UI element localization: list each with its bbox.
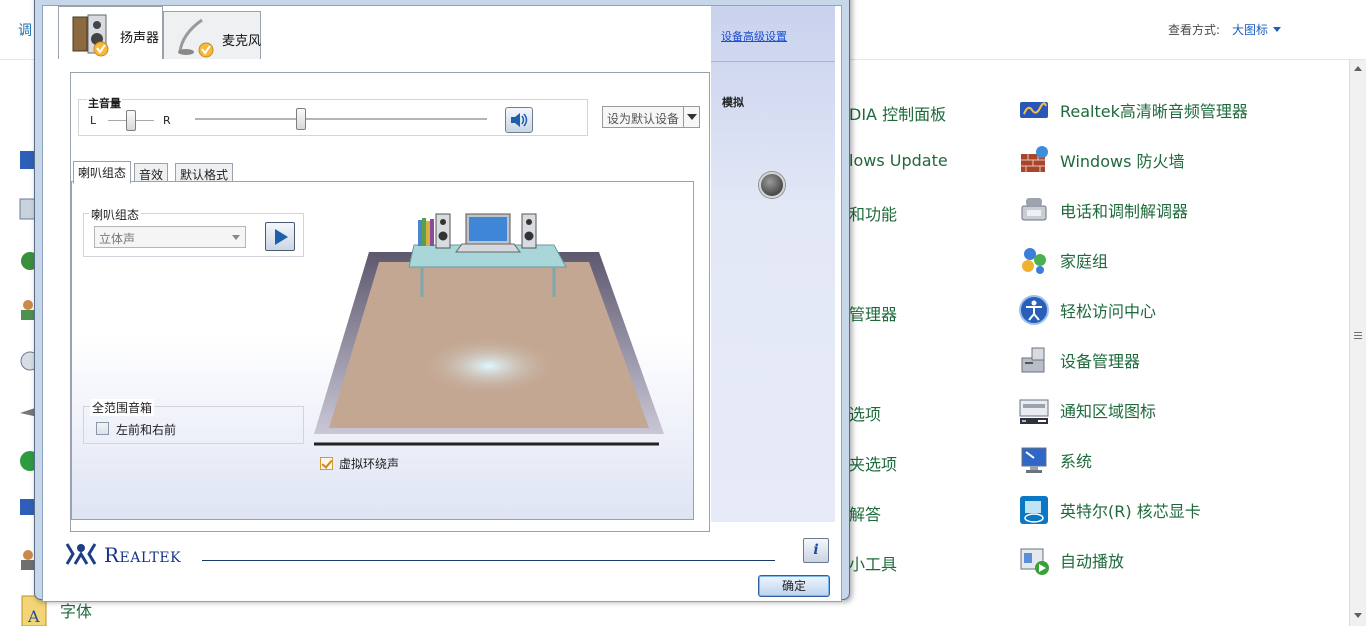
balance-slider-thumb[interactable] (126, 110, 136, 131)
scroll-thumb[interactable] (1354, 332, 1362, 339)
cp-item-notification-icons[interactable]: 通知区域图标 (1018, 392, 1156, 428)
realtek-brand: Realtek (104, 543, 182, 567)
cp-item-fragment[interactable]: 选项 (849, 401, 881, 425)
realtek-dialog: 扬声器 麦克风 主音量 L R 设为默认设备 喇叭组态 音效 默认格式 喇叭组态… (34, 0, 850, 602)
ok-button[interactable]: 确定 (758, 575, 830, 597)
system-icon (1021, 447, 1047, 473)
speaker-config-title: 喇叭组态 (89, 206, 142, 223)
subtab-speaker-config[interactable]: 喇叭组态 (73, 161, 132, 184)
intel-graphics-icon (1020, 496, 1048, 524)
mute-button[interactable] (505, 107, 533, 133)
device-manager-icon (1021, 347, 1045, 373)
subtab-default-format[interactable]: 默认格式 (175, 163, 234, 183)
speaker-room-illustration (314, 213, 664, 446)
cp-item-fragment[interactable]: 和功能 (849, 201, 897, 225)
play-test-button[interactable] (265, 222, 295, 251)
adjust-settings-label: 调 (18, 23, 32, 39)
volume-slider-track[interactable] (195, 118, 487, 121)
cp-item-realtek-audio[interactable]: Realtek高清晰音频管理器 (1018, 92, 1248, 128)
footer-divider (202, 560, 775, 561)
scroll-up-icon[interactable] (1354, 66, 1362, 71)
analog-label: 模拟 (722, 96, 744, 109)
master-volume-title: 主音量 (87, 95, 122, 111)
dropdown-arrow-icon[interactable] (683, 107, 699, 127)
cp-item-system[interactable]: 系统 (1018, 442, 1092, 478)
virtual-surround-label: 虚拟环绕声 (339, 457, 400, 471)
front-left-right-checkbox[interactable] (96, 422, 109, 435)
device-advanced-settings-link[interactable]: 设备高级设置 (721, 28, 787, 44)
analog-jack-icon[interactable] (759, 172, 785, 198)
cp-item-device-manager[interactable]: 设备管理器 (1018, 342, 1140, 378)
microphone-icon (178, 18, 214, 58)
homegroup-icon (1022, 248, 1046, 274)
speaker-panel: 主音量 L R 设为默认设备 喇叭组态 音效 默认格式 喇叭组态 立体声 全范围… (70, 72, 710, 532)
side-panel-divider (711, 61, 835, 62)
cp-item-intel-graphics[interactable]: 英特尔(R) 核芯显卡 (1018, 492, 1201, 528)
cp-item-firewall[interactable]: Windows 防火墙 (1018, 142, 1185, 178)
dialog-content: 扬声器 麦克风 主音量 L R 设为默认设备 喇叭组态 音效 默认格式 喇叭组态… (42, 5, 842, 602)
virtual-surround-checkbox[interactable] (320, 457, 333, 470)
set-default-device-button[interactable]: 设为默认设备 (602, 106, 700, 128)
svg-text:A: A (27, 607, 40, 626)
cp-item-homegroup[interactable]: 家庭组 (1018, 242, 1108, 278)
autoplay-icon (1020, 548, 1049, 575)
cp-item-phone-modem[interactable]: 电话和调制解调器 (1018, 192, 1188, 228)
realtek-audio-icon (1020, 102, 1048, 118)
cp-item-autoplay[interactable]: 自动播放 (1018, 542, 1124, 578)
volume-slider-thumb[interactable] (296, 108, 306, 130)
balance-left-label: L (90, 114, 97, 127)
tab-microphone[interactable]: 麦克风 (163, 11, 261, 59)
realtek-logo-icon (65, 543, 97, 565)
speaker-icon (72, 14, 109, 57)
info-button[interactable]: i (803, 538, 829, 563)
ease-of-access-icon (1019, 295, 1049, 325)
cp-item-fragment[interactable]: 小工具 (849, 551, 897, 575)
cp-item-ease-of-access[interactable]: 轻松访问中心 (1018, 292, 1156, 328)
phone-modem-icon (1021, 198, 1047, 221)
balance-right-label: R (163, 114, 171, 127)
notification-icons-icon (1019, 399, 1049, 424)
tab-speakers[interactable]: 扬声器 (58, 6, 163, 59)
fullrange-title: 全范围音箱 (90, 399, 155, 416)
view-by-label: 查看方式: (1168, 23, 1221, 37)
scroll-down-icon[interactable] (1354, 613, 1362, 618)
cp-item-fragment[interactable]: 夹选项 (849, 451, 897, 475)
volume-icon (511, 113, 528, 127)
front-left-right-label: 左前和右前 (116, 423, 177, 437)
view-by-dropdown[interactable]: 大图标 (1232, 21, 1281, 38)
device-side-panel: 设备高级设置 模拟 (711, 6, 835, 522)
firewall-icon (1021, 146, 1048, 172)
vertical-scrollbar[interactable] (1349, 60, 1366, 626)
cp-item-fragment[interactable]: 解答 (849, 501, 881, 525)
subtab-sound-effects[interactable]: 音效 (134, 163, 169, 183)
cp-item-fragment[interactable]: lows Update (849, 151, 948, 170)
speaker-config-panel: 喇叭组态 立体声 全范围音箱 左前和右前 虚拟环绕声 (71, 181, 694, 520)
speaker-config-select[interactable]: 立体声 (94, 226, 246, 248)
cp-item-fragment[interactable]: 管理器 (849, 301, 897, 325)
cp-item-fragment[interactable]: DIA 控制面板 (849, 101, 946, 125)
